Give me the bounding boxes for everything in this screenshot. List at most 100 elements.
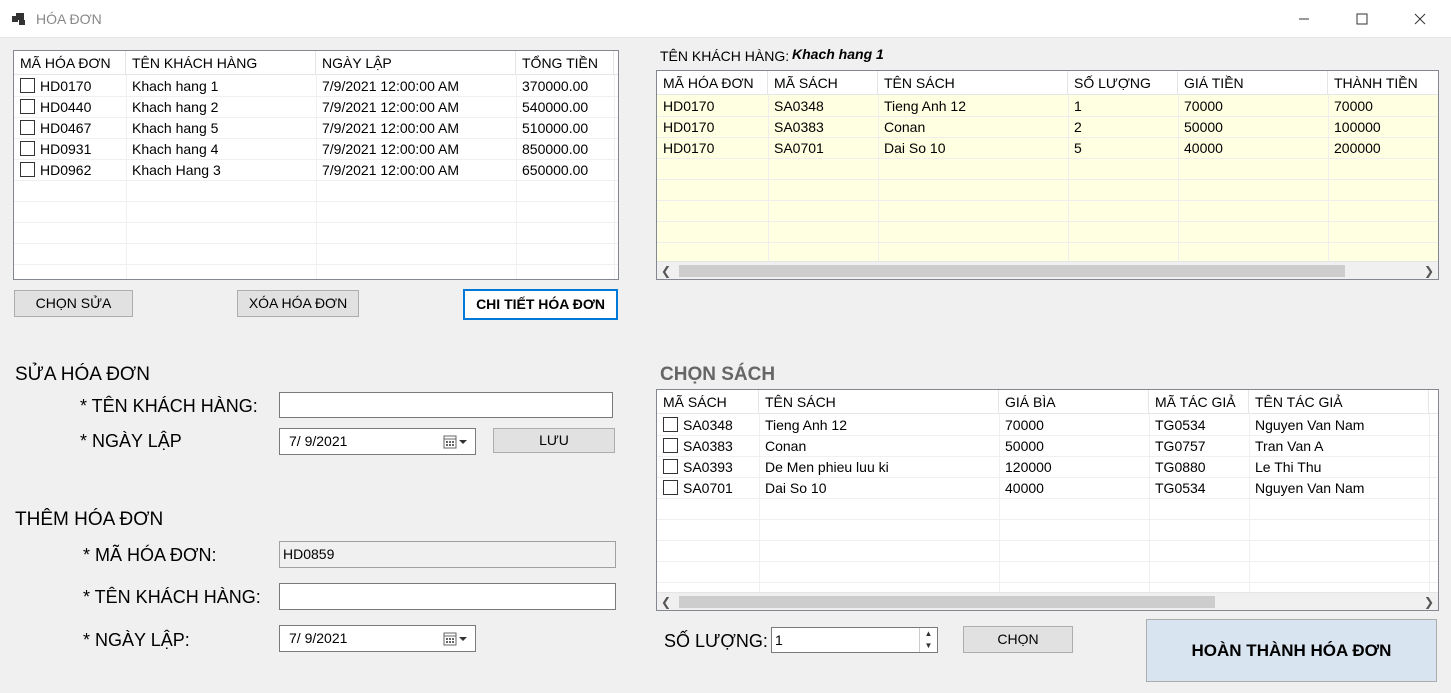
table-row[interactable]: HD0170 Khach hang 1 7/9/2021 12:00:00 AM… xyxy=(14,76,618,97)
row-checkbox[interactable] xyxy=(20,78,35,93)
detail-grid-header: MÃ HÓA ĐƠN MÃ SÁCH TÊN SÁCH SỐ LƯỢNG GIÁ… xyxy=(657,71,1438,95)
invoice-id-cell: HD0170 xyxy=(663,119,715,135)
column-header-book-id[interactable]: MÃ SÁCH xyxy=(657,390,759,414)
invoice-id-cell: HD0170 xyxy=(663,98,715,114)
edit-customer-input[interactable] xyxy=(279,392,613,418)
book-name-cell: Tieng Anh 12 xyxy=(884,98,966,114)
date-cell: 7/9/2021 12:00:00 AM xyxy=(322,120,459,136)
customer-cell: Khach hang 4 xyxy=(132,141,219,157)
app-icon xyxy=(12,13,25,25)
choose-button[interactable]: CHỌN xyxy=(963,626,1073,653)
table-row[interactable]: SA0383 Conan 50000 TG0757 Tran Van A xyxy=(657,436,1438,457)
spin-buttons[interactable]: ▲ ▼ xyxy=(919,628,937,652)
invoice-detail-button[interactable]: CHI TIẾT HÓA ĐƠN xyxy=(463,289,618,320)
add-invoice-id-input[interactable]: HD0859 xyxy=(279,541,616,568)
row-checkbox[interactable] xyxy=(663,417,678,432)
subtotal-cell: 200000 xyxy=(1334,140,1381,156)
minimize-icon xyxy=(1299,18,1309,20)
table-row[interactable]: SA0701 Dai So 10 40000 TG0534 Nguyen Van… xyxy=(657,478,1438,499)
table-row[interactable]: HD0170 SA0701 Dai So 10 5 40000 200000 xyxy=(657,138,1438,159)
save-button[interactable]: LƯU xyxy=(493,428,615,453)
column-header-subtotal[interactable]: THÀNH TIỀN xyxy=(1328,71,1438,95)
column-header-date[interactable]: NGÀY LẬP xyxy=(316,51,516,75)
book-id-cell: SA0393 xyxy=(683,459,733,475)
column-header-author-name[interactable]: TÊN TÁC GIẢ xyxy=(1249,390,1429,414)
calendar-dropdown-icon[interactable] xyxy=(443,631,469,647)
maximize-button[interactable] xyxy=(1333,0,1391,38)
quantity-cell: 1 xyxy=(1074,98,1082,114)
empty-row xyxy=(657,520,1438,541)
column-header-price[interactable]: GIÁ TIỀN xyxy=(1178,71,1328,95)
column-header-invoice-id[interactable]: MÃ HÓA ĐƠN xyxy=(657,71,768,95)
invoice-id-cell: HD0467 xyxy=(40,120,92,136)
empty-row xyxy=(657,562,1438,583)
table-row[interactable]: HD0170 SA0348 Tieng Anh 12 1 70000 70000 xyxy=(657,96,1438,117)
table-row[interactable]: HD0962 Khach Hang 3 7/9/2021 12:00:00 AM… xyxy=(14,160,618,181)
add-date-label: * NGÀY LẬP: xyxy=(83,630,190,650)
minimize-button[interactable] xyxy=(1275,0,1333,38)
row-checkbox[interactable] xyxy=(663,459,678,474)
total-cell: 370000.00 xyxy=(522,78,589,94)
scrollbar-thumb[interactable] xyxy=(679,596,1215,608)
add-invoice-id-label: * MÃ HÓA ĐƠN: xyxy=(83,545,217,565)
spin-down-icon[interactable]: ▼ xyxy=(920,640,937,652)
empty-row xyxy=(657,180,1438,201)
column-header-quantity[interactable]: SỐ LƯỢNG xyxy=(1068,71,1178,95)
row-checkbox[interactable] xyxy=(663,480,678,495)
table-row[interactable]: HD0170 SA0383 Conan 2 50000 100000 xyxy=(657,117,1438,138)
column-header-cover-price[interactable]: GIÁ BÌA xyxy=(999,390,1149,414)
row-checkbox[interactable] xyxy=(20,120,35,135)
calendar-dropdown-icon[interactable] xyxy=(443,434,469,450)
date-cell: 7/9/2021 12:00:00 AM xyxy=(322,141,459,157)
row-checkbox[interactable] xyxy=(20,141,35,156)
table-row[interactable]: HD0440 Khach hang 2 7/9/2021 12:00:00 AM… xyxy=(14,97,618,118)
add-date-picker[interactable]: 7/ 9/2021 xyxy=(279,625,476,652)
complete-invoice-button[interactable]: HOÀN THÀNH HÓA ĐƠN xyxy=(1146,619,1437,682)
invoice-id-cell: HD0962 xyxy=(40,162,92,178)
table-row[interactable]: HD0931 Khach hang 4 7/9/2021 12:00:00 AM… xyxy=(14,139,618,160)
edit-date-picker[interactable]: 7/ 9/2021 xyxy=(279,428,476,455)
spin-up-icon[interactable]: ▲ xyxy=(920,628,937,640)
edit-date-value: 7/ 9/2021 xyxy=(289,433,348,449)
book-horizontal-scrollbar[interactable]: ❮ ❯ xyxy=(657,592,1438,610)
total-cell: 650000.00 xyxy=(522,162,589,178)
scroll-right-icon[interactable]: ❯ xyxy=(1420,262,1438,279)
close-button[interactable] xyxy=(1391,0,1449,38)
table-row[interactable]: SA0348 Tieng Anh 12 70000 TG0534 Nguyen … xyxy=(657,415,1438,436)
detail-horizontal-scrollbar[interactable]: ❮ ❯ xyxy=(657,261,1438,279)
column-header-invoice-id[interactable]: MÃ HÓA ĐƠN xyxy=(14,51,126,75)
cover-price-cell: 70000 xyxy=(1005,417,1044,433)
total-cell: 850000.00 xyxy=(522,141,589,157)
cover-price-cell: 40000 xyxy=(1005,480,1044,496)
scroll-left-icon[interactable]: ❮ xyxy=(657,593,675,610)
table-row[interactable]: SA0393 De Men phieu luu ki 120000 TG0880… xyxy=(657,457,1438,478)
invoice-detail-grid[interactable]: MÃ HÓA ĐƠN MÃ SÁCH TÊN SÁCH SỐ LƯỢNG GIÁ… xyxy=(656,70,1439,280)
invoice-list[interactable]: MÃ HÓA ĐƠN TÊN KHÁCH HÀNG NGÀY LẬP TỔNG … xyxy=(13,50,619,280)
book-id-cell: SA0383 xyxy=(683,438,733,454)
table-row[interactable]: HD0467 Khach hang 5 7/9/2021 12:00:00 AM… xyxy=(14,118,618,139)
column-header-book-name[interactable]: TÊN SÁCH xyxy=(878,71,1068,95)
column-header-customer[interactable]: TÊN KHÁCH HÀNG xyxy=(126,51,316,75)
edit-invoice-button[interactable]: CHỌN SỬA xyxy=(14,290,133,317)
customer-cell: Khach hang 2 xyxy=(132,99,219,115)
cover-price-cell: 120000 xyxy=(1005,459,1052,475)
column-header-total[interactable]: TỔNG TIỀN xyxy=(516,51,614,75)
delete-invoice-button[interactable]: XÓA HÓA ĐƠN xyxy=(237,290,359,317)
book-id-cell: SA0701 xyxy=(774,140,824,156)
column-header-author-id[interactable]: MÃ TÁC GIẢ xyxy=(1149,390,1249,414)
row-checkbox[interactable] xyxy=(20,162,35,177)
quantity-cell: 2 xyxy=(1074,119,1082,135)
book-id-cell: SA0701 xyxy=(683,480,733,496)
scroll-right-icon[interactable]: ❯ xyxy=(1420,593,1438,610)
maximize-icon xyxy=(1356,13,1368,25)
scrollbar-thumb[interactable] xyxy=(679,265,1345,277)
book-list[interactable]: MÃ SÁCH TÊN SÁCH GIÁ BÌA MÃ TÁC GIẢ TÊN … xyxy=(656,389,1439,611)
column-header-book-id[interactable]: MÃ SÁCH xyxy=(768,71,878,95)
column-header-book-name[interactable]: TÊN SÁCH xyxy=(759,390,999,414)
scroll-left-icon[interactable]: ❮ xyxy=(657,262,675,279)
row-checkbox[interactable] xyxy=(20,99,35,114)
add-customer-input[interactable] xyxy=(279,583,616,610)
quantity-stepper[interactable]: 1 ▲ ▼ xyxy=(771,627,938,653)
invoice-id-cell: HD0170 xyxy=(40,78,92,94)
row-checkbox[interactable] xyxy=(663,438,678,453)
